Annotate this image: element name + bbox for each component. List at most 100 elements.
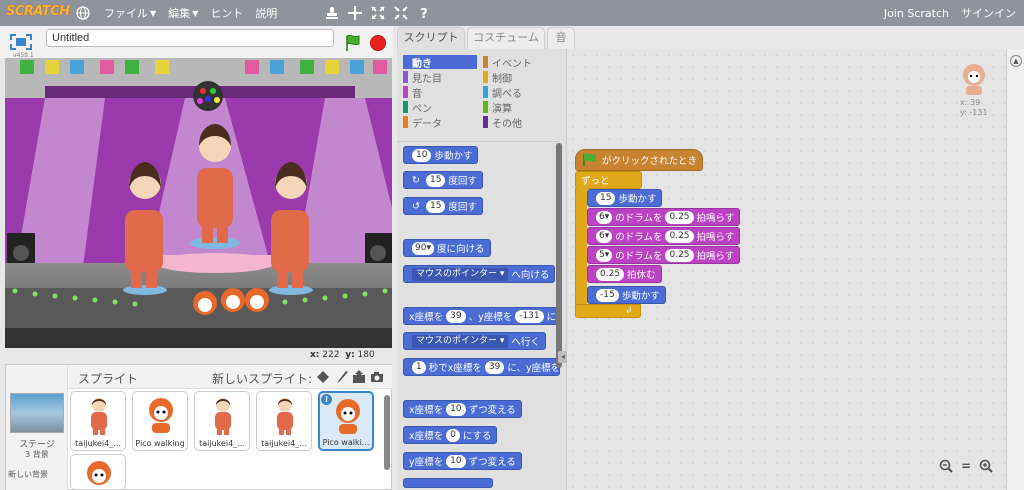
stop-button[interactable] xyxy=(370,35,386,51)
sprite-tile-2[interactable]: Pico walking xyxy=(132,391,188,451)
category-motion[interactable]: 動き xyxy=(403,55,477,70)
sprite-tile-4[interactable]: taijukei4_... xyxy=(256,391,312,451)
sprites-scrollbar[interactable] xyxy=(384,395,390,470)
block-arg[interactable]: 6▾ xyxy=(596,229,613,243)
zoom-in-icon[interactable] xyxy=(978,459,994,473)
block-arg[interactable]: 39 xyxy=(446,309,466,323)
sprite-tile-1[interactable]: taijukei4_... xyxy=(70,391,126,451)
block-glide[interactable]: 1 秒でx座標を 39 に、y座標を xyxy=(403,358,560,376)
block-arg[interactable]: 5▾ xyxy=(596,248,613,262)
block-text: ずつ変える xyxy=(468,405,516,416)
tab-scripts[interactable]: スクリプト xyxy=(397,27,465,49)
block-turn-right[interactable]: ↻ 15 度回す xyxy=(403,171,483,189)
scroll-up-icon[interactable]: ▲ xyxy=(1010,55,1022,67)
category-sensing[interactable]: 調べる xyxy=(483,85,557,100)
block-turn-left[interactable]: ↺ 15 度回す xyxy=(403,197,483,215)
block-arg[interactable]: 39 xyxy=(484,360,505,374)
block-play-drum-3[interactable]: 5▾ のドラムを 0.25 拍鳴らす xyxy=(587,246,741,264)
sprite-tile-3[interactable]: taijukei4_... xyxy=(194,391,250,451)
hint-menu[interactable]: ヒント xyxy=(210,5,243,21)
block-point-towards[interactable]: マウスのポインター ▾ へ向ける xyxy=(403,265,556,283)
block-arg[interactable]: 90▾ xyxy=(412,241,434,255)
block-arg[interactable]: -131 xyxy=(515,309,544,323)
block-move-steps-2[interactable]: -15 歩動かす xyxy=(587,286,666,304)
edit-menu[interactable]: 編集 ▼ xyxy=(168,5,198,21)
block-arg[interactable]: 0.25 xyxy=(596,267,625,281)
category-looks[interactable]: 見た目 xyxy=(403,70,477,85)
category-sound[interactable]: 音 xyxy=(403,85,477,100)
script-area[interactable]: がクリックされたとき ずっと ↲ 15 歩動かす 6▾ のドラムを 0.25 拍鳴らす … xyxy=(567,49,1017,490)
block-arg[interactable]: 0.25 xyxy=(665,229,694,243)
stage-canvas[interactable] xyxy=(5,58,392,348)
zoom-out-icon[interactable] xyxy=(938,459,954,473)
block-arg[interactable]: 6▾ xyxy=(596,210,613,224)
upload-icon[interactable] xyxy=(352,370,366,384)
block-play-drum-1[interactable]: 6▾ のドラムを 0.25 拍鳴らす xyxy=(587,208,741,226)
block-point-direction[interactable]: 90▾ 度に向ける xyxy=(403,239,491,257)
block-dropdown[interactable]: マウスのポインター ▾ xyxy=(412,267,509,281)
palette-scrollbar[interactable] xyxy=(556,143,562,368)
paint-brush-icon[interactable] xyxy=(334,370,348,384)
block-goto-xy[interactable]: x座標を39、y座標を-131にする xyxy=(403,307,560,325)
block-arg[interactable]: 0 xyxy=(446,428,460,442)
block-move-steps-1[interactable]: 15 歩動かす xyxy=(587,189,663,207)
block-change-x[interactable]: x座標を 10 ずつ変える xyxy=(403,400,522,418)
file-menu[interactable]: ファイル ▼ xyxy=(104,5,156,21)
category-events[interactable]: イベント xyxy=(483,55,557,70)
tab-costumes[interactable]: コスチューム xyxy=(467,27,545,49)
block-goto[interactable]: マウスのポインター ▾ へ行く xyxy=(403,332,546,350)
block-arg[interactable]: 15 xyxy=(425,199,446,213)
grow-icon[interactable] xyxy=(369,4,387,22)
block-arg[interactable]: 0.25 xyxy=(665,248,694,262)
category-color-swatch xyxy=(403,86,408,98)
scratch-logo[interactable]: SCRATCH xyxy=(6,4,70,22)
signin-link[interactable]: サインイン xyxy=(961,5,1016,21)
block-dropdown[interactable]: マウスのポインター ▾ xyxy=(412,334,509,348)
zoom-reset-icon[interactable]: = xyxy=(958,459,974,473)
globe-icon[interactable] xyxy=(74,4,92,22)
sprites-header: スプライト 新しいスプライト: xyxy=(68,365,392,389)
block-play-drum-2[interactable]: 6▾ のドラムを 0.25 拍鳴らす xyxy=(587,227,741,245)
block-arg[interactable]: 1 xyxy=(412,360,426,374)
block-arg[interactable]: 10 xyxy=(446,402,466,416)
sprite-tile-6[interactable] xyxy=(70,454,126,490)
block-set-x[interactable]: x座標を 0 にする xyxy=(403,426,498,444)
block-arg[interactable]: -15 xyxy=(596,288,619,302)
about-menu[interactable]: 説明 xyxy=(255,5,277,21)
category-operators[interactable]: 演算 xyxy=(483,100,557,115)
block-rest[interactable]: 0.25 拍休む xyxy=(587,265,662,283)
block-arg[interactable]: 10 xyxy=(412,148,432,162)
block-move-steps[interactable]: 10 歩動かす xyxy=(403,146,479,164)
script-scrollbar[interactable]: ▲ xyxy=(1006,49,1024,490)
block-arg[interactable]: 10 xyxy=(446,454,466,468)
block-text: 度に向ける xyxy=(436,244,485,255)
help-icon[interactable]: ? xyxy=(415,4,433,22)
tab-sounds[interactable]: 音 xyxy=(547,27,575,49)
block-when-flag-clicked[interactable]: がクリックされたとき xyxy=(575,149,704,171)
shrink-icon[interactable] xyxy=(392,4,410,22)
sprite-library-icon[interactable] xyxy=(316,370,330,384)
category-data[interactable]: データ xyxy=(403,115,477,130)
block-change-y[interactable]: y座標を 10 ずつ変える xyxy=(403,452,522,470)
block-partial[interactable] xyxy=(403,478,493,488)
block-arg[interactable]: 15 xyxy=(596,191,616,205)
sprite-tile-5-selected[interactable]: i Pico walki... xyxy=(318,391,374,451)
block-arg[interactable]: 0.25 xyxy=(665,210,694,224)
category-pen[interactable]: ペン xyxy=(403,100,477,115)
block-arg[interactable]: 15 xyxy=(425,173,446,187)
presentation-mode-button[interactable] xyxy=(8,32,34,52)
green-flag-icon[interactable] xyxy=(344,34,362,52)
block-text: のドラムを xyxy=(615,213,663,224)
camera-icon[interactable] xyxy=(370,370,384,384)
block-forever[interactable]: ずっと xyxy=(575,171,642,189)
info-icon[interactable]: i xyxy=(321,394,332,405)
stage-thumbnail[interactable]: ステージ 3 背景 新しい背景 xyxy=(6,365,68,490)
category-label: ペン xyxy=(412,103,432,115)
join-scratch-link[interactable]: Join Scratch xyxy=(884,7,949,20)
cut-icon[interactable] xyxy=(346,4,364,22)
project-title-input[interactable] xyxy=(46,29,334,47)
mouse-coordinates: x: 222 y: 180 xyxy=(310,350,375,360)
category-more[interactable]: その他 xyxy=(483,115,557,130)
category-control[interactable]: 制御 xyxy=(483,70,557,85)
stamp-icon[interactable] xyxy=(323,4,341,22)
